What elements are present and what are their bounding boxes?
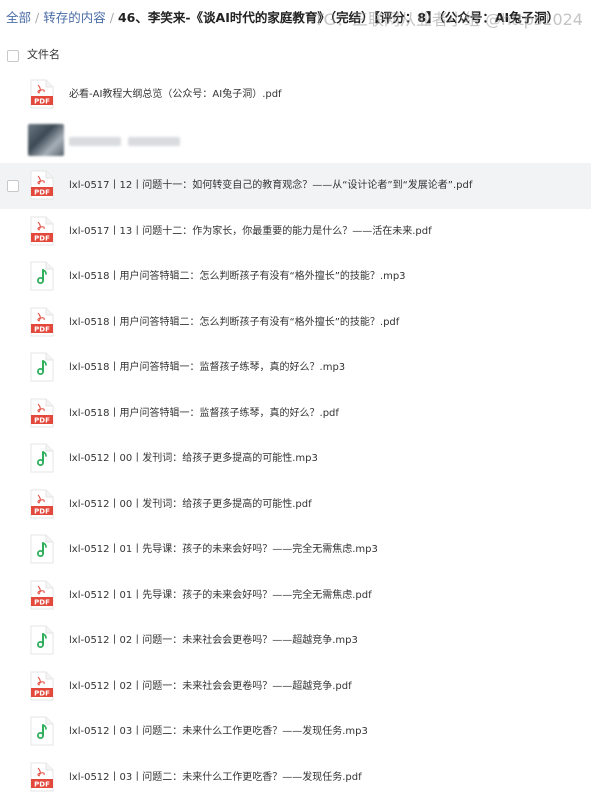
svg-text:PDF: PDF bbox=[34, 780, 50, 788]
svg-text:PDF: PDF bbox=[34, 189, 50, 197]
file-name[interactable]: lxl-0517丨13丨问题十二：作为家长，你最重要的能力是什么？——活在未来.… bbox=[69, 209, 432, 255]
pdf-file-icon: PDF bbox=[30, 216, 54, 245]
file-row[interactable]: lxl-0518丨用户问答特辑二：怎么判断孩子有没有“格外擅长”的技能？.mp3 bbox=[0, 254, 591, 300]
file-name[interactable]: lxl-0512丨02丨问题一：未来社会会更卷吗？——超越竞争.mp3 bbox=[69, 618, 358, 664]
file-name[interactable]: lxl-0518丨用户问答特辑二：怎么判断孩子有没有“格外擅长”的技能？.pdf bbox=[69, 300, 399, 346]
pdf-file-icon: PDF bbox=[30, 580, 54, 609]
file-row[interactable]: PDF lxl-0517丨13丨问题十二：作为家长，你最重要的能力是什么？——活在… bbox=[0, 209, 591, 255]
file-row[interactable]: lxl-0512丨03丨问题二：未来什么工作更吃香？——发现任务.mp3 bbox=[0, 709, 591, 755]
file-name[interactable]: lxl-0512丨01丨先导课：孩子的未来会好吗？——完全无需焦虑.mp3 bbox=[69, 527, 378, 573]
column-filename[interactable]: 文件名 bbox=[27, 40, 60, 70]
audio-file-icon bbox=[30, 625, 54, 655]
file-name[interactable]: 必看-AI教程大纲总览（公众号：AI兔子洞）.pdf bbox=[69, 72, 282, 118]
file-list: PDF 必看-AI教程大纲总览（公众号：AI兔子洞）.pdf PDF lxl-0517… bbox=[0, 72, 591, 800]
audio-file-icon bbox=[30, 261, 54, 291]
pdf-file-icon: PDF bbox=[30, 489, 54, 518]
blurred-thumbnail bbox=[28, 123, 64, 156]
file-row[interactable]: PDF lxl-0517丨12丨问题十一：如何转变自己的教育观念？——从“设计论者… bbox=[0, 163, 591, 209]
svg-text:PDF: PDF bbox=[34, 598, 50, 606]
audio-file-icon bbox=[30, 534, 54, 564]
file-row[interactable]: lxl-0512丨02丨问题一：未来社会会更卷吗？——超越竞争.mp3 bbox=[0, 618, 591, 664]
svg-text:PDF: PDF bbox=[34, 234, 50, 242]
file-name[interactable]: lxl-0518丨用户问答特辑一：监督孩子练琴，真的好么？.pdf bbox=[69, 391, 339, 437]
file-row[interactable]: PDF lxl-0518丨用户问答特辑二：怎么判断孩子有没有“格外擅长”的技能？.… bbox=[0, 300, 591, 346]
file-list-header: 文件名 bbox=[0, 40, 591, 70]
audio-file-icon bbox=[30, 352, 54, 382]
file-name[interactable]: lxl-0512丨02丨问题一：未来社会会更卷吗？——超越竞争.pdf bbox=[69, 664, 352, 710]
file-row[interactable] bbox=[0, 118, 591, 164]
file-name[interactable]: lxl-0512丨03丨问题二：未来什么工作更吃香？——发现任务.pdf bbox=[69, 755, 362, 800]
file-row[interactable]: lxl-0512丨00丨发刊词：给孩子更多提高的可能性.mp3 bbox=[0, 436, 591, 482]
file-name[interactable]: lxl-0518丨用户问答特辑二：怎么判断孩子有没有“格外擅长”的技能？.mp3 bbox=[69, 254, 406, 300]
file-row[interactable]: PDF 必看-AI教程大纲总览（公众号：AI兔子洞）.pdf bbox=[0, 72, 591, 118]
svg-text:PDF: PDF bbox=[34, 416, 50, 424]
breadcrumb-current-folder: 46、李笑来-《谈AI时代的家庭教育》（完结）【评分：8】（公众号：AI兔子洞） bbox=[117, 10, 560, 25]
blurred-filename bbox=[128, 136, 180, 146]
file-name[interactable]: lxl-0518丨用户问答特辑一：监督孩子练琴，真的好么？.mp3 bbox=[69, 345, 345, 391]
file-row[interactable]: PDF lxl-0518丨用户问答特辑一：监督孩子练琴，真的好么？.pdf bbox=[0, 391, 591, 437]
file-row[interactable]: PDF lxl-0512丨03丨问题二：未来什么工作更吃香？——发现任务.pdf bbox=[0, 755, 591, 800]
breadcrumb-separator: / bbox=[35, 10, 40, 25]
pdf-file-icon: PDF bbox=[30, 671, 54, 700]
file-row[interactable]: PDF lxl-0512丨02丨问题一：未来社会会更卷吗？——超越竞争.pdf bbox=[0, 664, 591, 710]
pdf-file-icon: PDF bbox=[30, 762, 54, 791]
file-row[interactable]: PDF lxl-0512丨00丨发刊词：给孩子更多提高的可能性.pdf bbox=[0, 482, 591, 528]
svg-text:PDF: PDF bbox=[34, 507, 50, 515]
file-name[interactable]: lxl-0512丨03丨问题二：未来什么工作更吃香？——发现任务.mp3 bbox=[69, 709, 368, 755]
file-row[interactable]: lxl-0512丨01丨先导课：孩子的未来会好吗？——完全无需焦虑.mp3 bbox=[0, 527, 591, 573]
file-name[interactable]: lxl-0512丨01丨先导课：孩子的未来会好吗？——完全无需焦虑.pdf bbox=[69, 573, 372, 619]
pdf-file-icon: PDF bbox=[30, 79, 54, 109]
row-checkbox[interactable] bbox=[7, 180, 19, 192]
breadcrumb-separator: / bbox=[109, 10, 114, 25]
svg-text:PDF: PDF bbox=[34, 98, 50, 106]
pdf-file-icon: PDF bbox=[30, 307, 54, 336]
svg-text:PDF: PDF bbox=[34, 689, 50, 697]
select-all-checkbox[interactable] bbox=[7, 50, 19, 62]
file-name[interactable]: lxl-0512丨00丨发刊词：给孩子更多提高的可能性.pdf bbox=[69, 482, 312, 528]
file-row[interactable]: lxl-0518丨用户问答特辑一：监督孩子练琴，真的好么？.mp3 bbox=[0, 345, 591, 391]
file-name[interactable]: lxl-0512丨00丨发刊词：给孩子更多提高的可能性.mp3 bbox=[69, 436, 318, 482]
file-row[interactable]: PDF lxl-0512丨01丨先导课：孩子的未来会好吗？——完全无需焦虑.pdf bbox=[0, 573, 591, 619]
breadcrumb-parent-link[interactable]: 转存的内容 bbox=[43, 10, 106, 25]
svg-text:PDF: PDF bbox=[34, 325, 50, 333]
audio-file-icon bbox=[30, 716, 54, 746]
pdf-file-icon: PDF bbox=[30, 170, 54, 200]
breadcrumb: 全部 / 转存的内容/46、李笑来-《谈AI时代的家庭教育》（完结）【评分：8】（公… bbox=[0, 0, 591, 36]
pdf-file-icon: PDF bbox=[30, 398, 54, 427]
breadcrumb-root-link[interactable]: 全部 bbox=[6, 10, 31, 25]
file-name[interactable]: lxl-0517丨12丨问题十一：如何转变自己的教育观念？——从“设计论者”到“… bbox=[69, 163, 472, 209]
blurred-filename bbox=[69, 136, 121, 146]
audio-file-icon bbox=[30, 443, 54, 473]
